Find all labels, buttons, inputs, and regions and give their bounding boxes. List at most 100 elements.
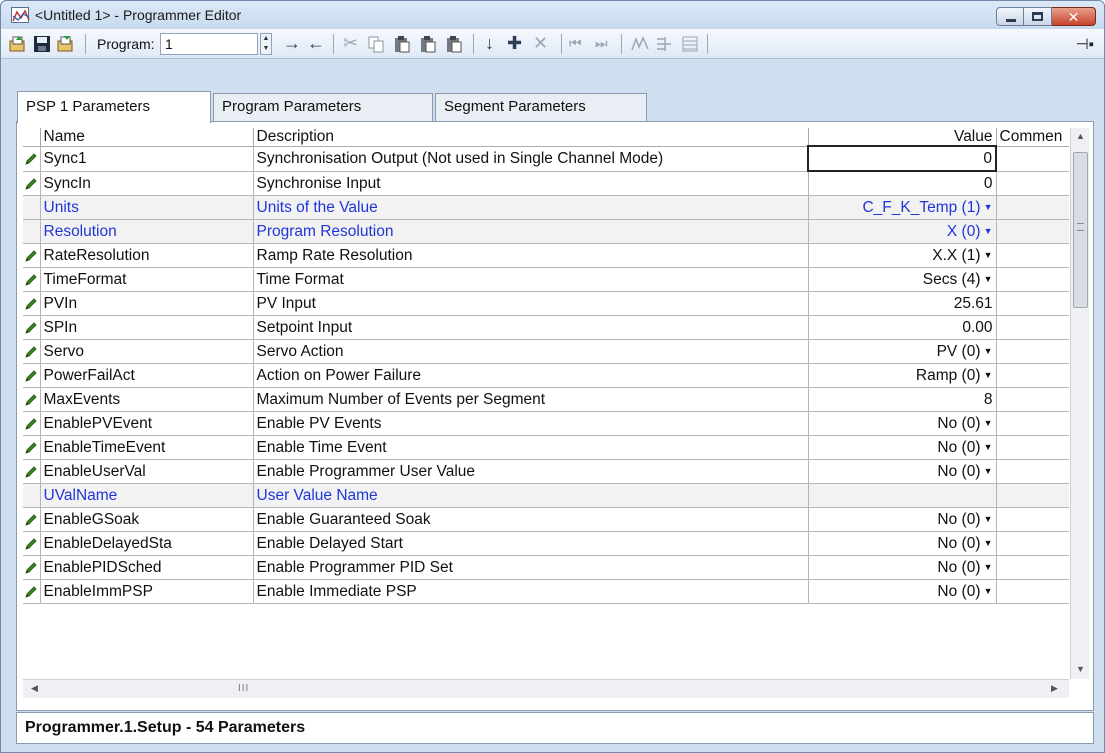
table-row[interactable]: PowerFailAct Action on Power Failure Ramp … <box>23 363 1069 388</box>
parameter-value[interactable]: No (0) ▼ <box>808 411 997 436</box>
header-comment[interactable]: Commen <box>996 128 1069 147</box>
parameter-name[interactable]: EnableImmPSP <box>40 579 254 604</box>
parameter-name[interactable]: SPIn <box>40 315 254 340</box>
parameter-value[interactable]: C_F_K_Temp (1) ▼ <box>808 195 997 220</box>
last-icon[interactable]: ⏭ <box>595 33 608 53</box>
parameter-comment[interactable] <box>996 219 1069 244</box>
parameter-comment[interactable] <box>996 435 1069 460</box>
parameter-name[interactable]: EnableTimeEvent <box>40 435 254 460</box>
dropdown-arrow-icon[interactable]: ▼ <box>981 556 993 579</box>
dropdown-arrow-icon[interactable]: ▼ <box>981 580 993 603</box>
tab-psp1-parameters[interactable]: PSP 1 Parameters <box>17 91 211 123</box>
header-value[interactable]: Value <box>808 128 997 147</box>
save-as-icon[interactable] <box>57 35 75 53</box>
delete-icon[interactable]: ✕ <box>533 33 548 53</box>
parameter-value[interactable]: No (0) ▼ <box>808 459 997 484</box>
horizontal-grip[interactable]: III <box>238 683 249 694</box>
spin-up-icon[interactable]: ▲ <box>261 34 271 44</box>
parameter-value[interactable]: No (0) ▼ <box>808 579 997 604</box>
parameter-comment[interactable] <box>996 171 1069 196</box>
parameter-name[interactable]: TimeFormat <box>40 267 254 292</box>
segments-icon[interactable] <box>655 35 673 53</box>
parameter-comment[interactable] <box>996 339 1069 364</box>
dropdown-arrow-icon[interactable]: ▼ <box>981 268 993 291</box>
table-row[interactable]: TimeFormat Time Format Secs (4) ▼ <box>23 267 1069 292</box>
parameter-value[interactable]: No (0) ▼ <box>808 435 997 460</box>
table-row[interactable]: UValName User Value Name <box>23 483 1069 508</box>
parameter-comment[interactable] <box>996 315 1069 340</box>
parameter-name[interactable]: SyncIn <box>40 171 254 196</box>
parameter-value[interactable]: 0 <box>807 145 997 172</box>
table-row[interactable]: MaxEvents Maximum Number of Events per Se… <box>23 387 1069 412</box>
paste-icon[interactable] <box>393 35 411 53</box>
table-row[interactable]: Resolution Program Resolution X (0) ▼ <box>23 219 1069 244</box>
parameter-comment[interactable] <box>996 195 1069 220</box>
arrow-right-icon[interactable]: → <box>283 33 301 53</box>
table-row[interactable]: EnableImmPSP Enable Immediate PSP No (0) ▼ <box>23 579 1069 604</box>
parameter-value[interactable]: 25.61 <box>808 291 997 316</box>
parameter-name[interactable]: Servo <box>40 339 254 364</box>
parameter-comment[interactable] <box>996 483 1069 508</box>
table-row[interactable]: PVIn PV Input 25.61 <box>23 291 1069 316</box>
parameter-comment[interactable] <box>996 555 1069 580</box>
header-description[interactable]: Description <box>253 128 809 147</box>
dropdown-arrow-icon[interactable]: ▼ <box>981 364 993 387</box>
arrow-left-icon[interactable]: ← <box>307 33 325 53</box>
vertical-scroll-thumb[interactable] <box>1073 152 1088 308</box>
parameter-name[interactable]: EnableUserVal <box>40 459 254 484</box>
parameter-name[interactable]: EnablePVEvent <box>40 411 254 436</box>
close-button[interactable]: ✕ <box>1052 7 1096 26</box>
tab-segment-parameters[interactable]: Segment Parameters <box>435 93 647 121</box>
parameter-name[interactable]: UValName <box>40 483 254 508</box>
scroll-left-icon[interactable]: ◀ <box>25 683 44 694</box>
parameter-value[interactable]: Ramp (0) ▼ <box>808 363 997 388</box>
parameter-value[interactable]: No (0) ▼ <box>808 507 997 532</box>
move-down-icon[interactable]: ↓ <box>485 33 494 53</box>
pin-icon[interactable]: ⊣▪ <box>1076 35 1094 53</box>
parameter-comment[interactable] <box>996 579 1069 604</box>
parameter-value[interactable]: No (0) ▼ <box>808 531 997 556</box>
dropdown-arrow-icon[interactable]: ▼ <box>981 508 993 531</box>
minimize-button[interactable] <box>996 7 1024 26</box>
parameter-name[interactable]: PVIn <box>40 291 254 316</box>
first-icon[interactable]: ⏮ <box>569 33 582 53</box>
insert-icon[interactable]: ✚ <box>507 33 522 53</box>
table-row[interactable]: EnablePIDSched Enable Programmer PID Set N… <box>23 555 1069 580</box>
header-name[interactable]: Name <box>40 128 254 147</box>
parameter-value[interactable]: 0 <box>808 171 997 196</box>
parameter-name[interactable]: Sync1 <box>40 146 254 172</box>
parameter-comment[interactable] <box>996 387 1069 412</box>
parameter-value[interactable]: PV (0) ▼ <box>808 339 997 364</box>
vertical-scrollbar[interactable]: ▲ ▼ <box>1070 128 1089 679</box>
parameter-name[interactable]: EnableDelayedSta <box>40 531 254 556</box>
parameter-name[interactable]: EnableGSoak <box>40 507 254 532</box>
paste-special-icon[interactable] <box>419 35 437 53</box>
parameter-comment[interactable] <box>996 291 1069 316</box>
dropdown-arrow-icon[interactable]: ▼ <box>981 340 993 363</box>
table-row[interactable]: RateResolution Ramp Rate Resolution X.X (1… <box>23 243 1069 268</box>
table-row[interactable]: SPIn Setpoint Input 0.00 <box>23 315 1069 340</box>
table-row[interactable]: EnableUserVal Enable Programmer User Valu… <box>23 459 1069 484</box>
tab-program-parameters[interactable]: Program Parameters <box>213 93 433 121</box>
scroll-down-icon[interactable]: ▼ <box>1071 664 1090 674</box>
table-row[interactable]: Sync1 Synchronisation Output (Not used in… <box>23 145 1069 172</box>
parameter-value[interactable]: 0.00 <box>808 315 997 340</box>
parameter-value[interactable]: No (0) ▼ <box>808 555 997 580</box>
parameter-name[interactable]: Units <box>40 195 254 220</box>
parameter-comment[interactable] <box>996 243 1069 268</box>
parameter-name[interactable]: RateResolution <box>40 243 254 268</box>
parameter-name[interactable]: PowerFailAct <box>40 363 254 388</box>
dropdown-arrow-icon[interactable]: ▼ <box>981 196 993 219</box>
table-icon[interactable] <box>681 35 699 53</box>
parameter-name[interactable]: Resolution <box>40 219 254 244</box>
table-row[interactable]: EnablePVEvent Enable PV Events No (0) ▼ <box>23 411 1069 436</box>
parameter-value[interactable]: X (0) ▼ <box>808 219 997 244</box>
title-bar[interactable]: <Untitled 1> - Programmer Editor ✕ <box>1 1 1104 29</box>
dropdown-arrow-icon[interactable]: ▼ <box>981 220 993 243</box>
parameter-value[interactable]: 8 <box>808 387 997 412</box>
table-row[interactable]: Servo Servo Action PV (0) ▼ <box>23 339 1069 364</box>
chart-icon[interactable] <box>631 35 649 53</box>
maximize-button[interactable] <box>1024 7 1052 26</box>
spin-down-icon[interactable]: ▼ <box>261 44 271 54</box>
parameter-comment[interactable] <box>996 267 1069 292</box>
